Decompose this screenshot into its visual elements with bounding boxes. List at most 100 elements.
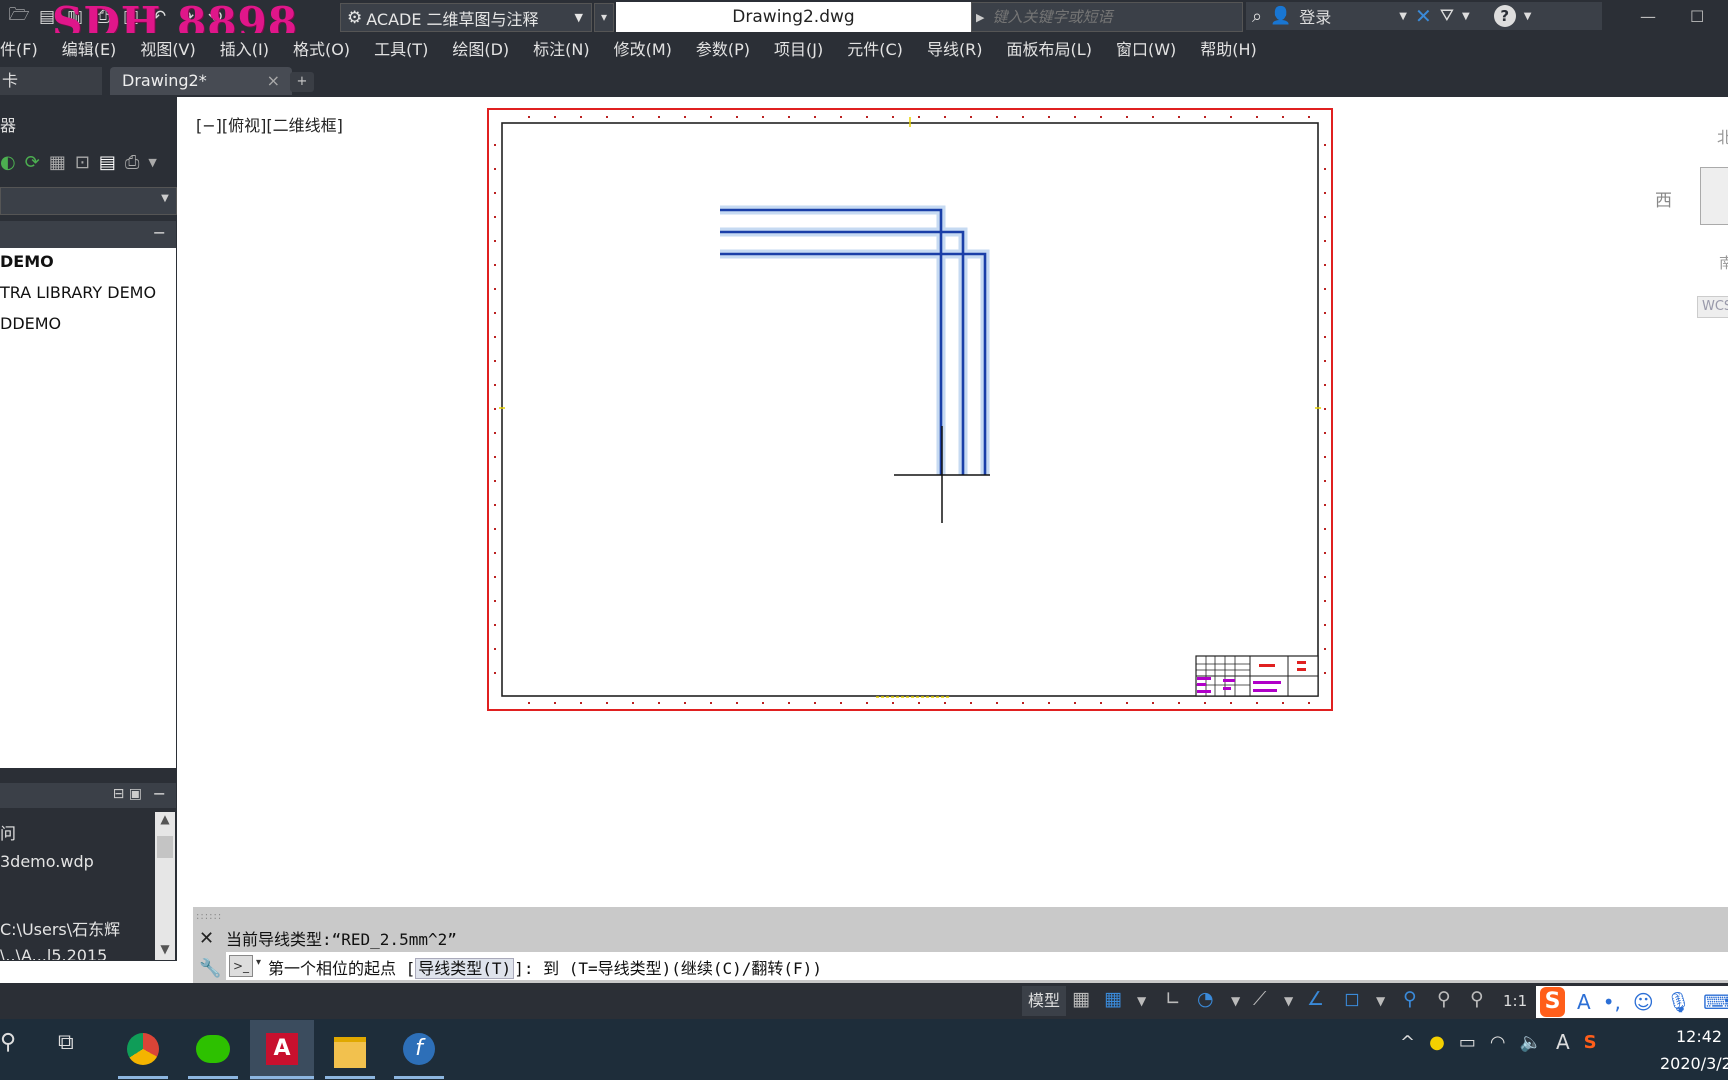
exchange-icon[interactable]: ✕ <box>1415 4 1432 28</box>
details-toggle-icon[interactable]: ⊟ ▣ <box>113 786 142 802</box>
drawing-canvas[interactable] <box>193 105 1728 907</box>
grip-handle[interactable]: :::::: <box>196 911 222 922</box>
menu-components[interactable]: 元件(C) <box>835 36 915 60</box>
autocad-icon[interactable]: A <box>262 1027 302 1071</box>
menu-window[interactable]: 窗口(W) <box>1104 36 1188 60</box>
wifi-icon[interactable]: ◠ <box>1490 1032 1506 1053</box>
menu-draw[interactable]: 绘图(D) <box>440 36 521 60</box>
qat-customize-button[interactable]: ▾ <box>594 3 614 32</box>
flash-player-icon[interactable]: f <box>399 1027 439 1071</box>
open-icon[interactable]: 🗁 <box>8 2 30 31</box>
viewcube-west[interactable]: 西 <box>1655 186 1672 211</box>
report-icon[interactable]: ▤ <box>99 152 116 174</box>
panel-splitter[interactable] <box>0 770 176 778</box>
expand-arrow-icon[interactable]: ▶ <box>976 11 984 24</box>
chevron-down-icon[interactable]: ▼ <box>148 152 156 174</box>
chevron-down-icon[interactable]: ▼ <box>1231 994 1240 1008</box>
osnap-icon[interactable]: ◻ <box>1344 988 1360 1010</box>
clock-date[interactable]: 2020/3/2 <box>1660 1054 1728 1073</box>
search-box[interactable]: ▶ <box>971 2 1243 32</box>
polar-icon[interactable]: ◔ <box>1197 988 1214 1010</box>
microphone-icon[interactable]: 🎙 <box>1666 990 1691 1014</box>
osnap-tracking-icon[interactable]: ⟋ <box>1253 988 1266 1010</box>
menu-format[interactable]: 格式(O) <box>281 36 362 60</box>
close-icon[interactable]: × <box>267 67 280 95</box>
menu-modify[interactable]: 修改(M) <box>602 36 684 60</box>
chevron-down-icon[interactable]: ▼ <box>1462 11 1470 22</box>
scroll-thumb[interactable] <box>157 836 173 858</box>
project-selector[interactable]: ▼ <box>0 187 177 215</box>
ime-indicator-icon[interactable]: A <box>1556 1030 1570 1054</box>
search-icon[interactable]: ⚲ <box>0 1030 16 1055</box>
refresh-icon[interactable]: ⟳ <box>25 152 40 174</box>
search-input[interactable] <box>990 7 1230 27</box>
viewcube-face[interactable] <box>1700 167 1728 225</box>
volume-icon[interactable]: 🔈 <box>1520 1032 1542 1053</box>
sogou-tray-icon[interactable]: S <box>1584 1032 1597 1053</box>
punctuation-icon[interactable]: •, <box>1603 990 1621 1014</box>
viewcube-north[interactable]: 北 <box>1717 124 1728 148</box>
binoculars-icon[interactable]: ⌕ <box>1252 6 1262 27</box>
command-prompt-icon[interactable]: >_ <box>229 955 253 977</box>
tray-app-icon[interactable]: ● <box>1429 1032 1445 1053</box>
clock-time[interactable]: 12:42 <box>1676 1027 1722 1046</box>
user-icon[interactable]: 👤 <box>1270 6 1291 26</box>
workspace-selector[interactable]: ⚙ ACADE 二维草图与注释 ▼ <box>340 3 592 32</box>
scroll-down-icon[interactable]: ▼ <box>155 942 175 960</box>
menu-insert[interactable]: 插入(I) <box>208 36 281 60</box>
update-icon[interactable]: ▦ <box>49 152 66 174</box>
auto-scale-icon[interactable]: ⚲ <box>1437 988 1451 1010</box>
menu-view[interactable]: 视图(V) <box>128 36 207 60</box>
menu-file[interactable]: 件(F) <box>0 36 50 60</box>
keyboard-icon[interactable]: ⌨ <box>1703 990 1728 1014</box>
chevron-down-icon[interactable]: ▼ <box>1137 994 1146 1008</box>
scroll-up-icon[interactable]: ▲ <box>155 812 175 830</box>
tab-start[interactable]: 卡 <box>0 67 102 95</box>
maximize-icon[interactable]: ☐ <box>1690 7 1704 26</box>
menu-wires[interactable]: 导线(R) <box>915 36 995 60</box>
isodraft-icon[interactable]: ∠ <box>1307 988 1324 1010</box>
chevron-up-icon[interactable]: ^ <box>1400 1032 1415 1053</box>
menu-project[interactable]: 项目(J) <box>762 36 835 60</box>
open-project-icon[interactable]: ◐ <box>0 152 16 174</box>
menu-help[interactable]: 帮助(H) <box>1188 36 1269 60</box>
ime-mode-icon[interactable]: A <box>1577 990 1591 1014</box>
close-icon[interactable]: ✕ <box>199 928 214 949</box>
file-explorer-icon[interactable] <box>330 1027 370 1071</box>
chevron-down-icon[interactable]: ▼ <box>1284 994 1293 1008</box>
viewcube-south[interactable]: 南 <box>1719 252 1728 273</box>
project-item[interactable]: DDEMO <box>0 314 61 333</box>
retag-icon[interactable]: ⊡ <box>75 152 90 174</box>
emoji-icon[interactable]: ☺ <box>1633 990 1654 1014</box>
wcs-menu[interactable]: WCS <box>1697 296 1728 318</box>
chevron-down-icon[interactable]: ▾ <box>256 957 261 968</box>
chevron-down-icon[interactable]: ▼ <box>1524 11 1532 22</box>
annotation-scale-value[interactable]: 1:1 <box>1503 992 1527 1010</box>
viewport-controls-label[interactable]: [−][俯视][二维线框] <box>196 112 343 136</box>
wrench-icon[interactable]: 🔧 <box>199 958 221 979</box>
login-button[interactable]: 登录 <box>1299 4 1331 28</box>
battery-icon[interactable]: ▭ <box>1459 1032 1476 1053</box>
details-scrollbar[interactable]: ▲ ▼ <box>155 812 175 960</box>
snap-icon[interactable]: ▦ <box>1104 988 1122 1010</box>
chevron-down-icon[interactable]: ▼ <box>1399 11 1407 22</box>
collapse-icon[interactable]: − <box>153 784 166 803</box>
annotation-visibility-icon[interactable]: ⚲ <box>1403 988 1417 1010</box>
model-space-button[interactable]: 模型 <box>1022 986 1066 1016</box>
menu-edit[interactable]: 编辑(E) <box>50 36 129 60</box>
help-icon[interactable]: ? <box>1493 5 1516 27</box>
project-item[interactable]: TRA LIBRARY DEMO <box>0 283 156 302</box>
menu-tools[interactable]: 工具(T) <box>362 36 440 60</box>
wechat-icon[interactable] <box>193 1027 233 1071</box>
project-item[interactable]: DEMO <box>0 252 54 271</box>
tab-drawing2[interactable]: Drawing2* × <box>110 67 292 95</box>
new-tab-button[interactable]: + <box>290 72 314 92</box>
annotation-scale-icon[interactable]: ⚲ <box>1470 988 1484 1010</box>
menu-panel-layout[interactable]: 面板布局(L) <box>995 36 1104 60</box>
publish-icon[interactable]: ⎙ <box>125 152 139 174</box>
sogou-logo-icon[interactable]: S <box>1540 987 1566 1017</box>
chevron-down-icon[interactable]: ▼ <box>1376 994 1385 1008</box>
task-view-icon[interactable]: ⧉ <box>58 1030 74 1055</box>
menu-dimension[interactable]: 标注(N) <box>521 36 601 60</box>
ortho-icon[interactable]: ∟ <box>1165 988 1181 1010</box>
